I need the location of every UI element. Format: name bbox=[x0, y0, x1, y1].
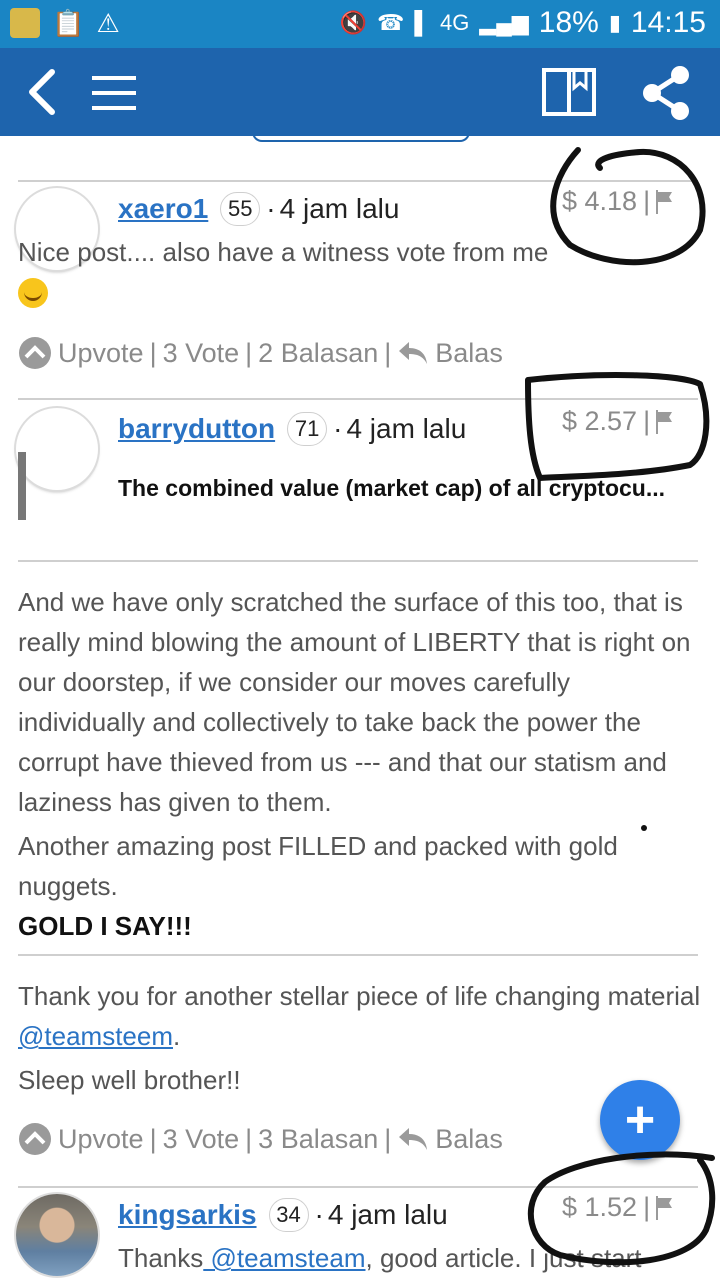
payout[interactable]: $ 1.52 | bbox=[562, 1192, 674, 1223]
separator: | bbox=[149, 337, 157, 368]
comment-paragraph: Another amazing post FILLED and packed w… bbox=[18, 831, 618, 901]
upvote-icon[interactable] bbox=[18, 1122, 52, 1156]
thanks-suffix: . bbox=[173, 1021, 181, 1051]
vote-count[interactable]: 3 Vote bbox=[163, 338, 240, 369]
comment-paragraph-bold: GOLD I SAY!!! bbox=[18, 911, 192, 941]
comment-paragraph: And we have only scratched the surface o… bbox=[18, 587, 691, 817]
quote-bar bbox=[18, 452, 26, 520]
separator-dot: · bbox=[266, 193, 276, 224]
comment-actions: Upvote | 3 Vote | 3 Balasan | Balas bbox=[18, 1122, 503, 1156]
mute-icon: 🔇 bbox=[339, 10, 367, 35]
reply-button[interactable]: Balas bbox=[435, 1124, 503, 1155]
back-arrow-icon[interactable] bbox=[22, 66, 62, 118]
mention-link[interactable]: @teamsteam bbox=[203, 1243, 365, 1273]
share-icon[interactable] bbox=[640, 64, 692, 122]
comment-time: 4 jam lalu bbox=[327, 1199, 448, 1230]
signal-icon: ▌ bbox=[414, 10, 430, 35]
comment-text: Nice post.... also have a witness vote f… bbox=[18, 237, 549, 267]
battery-icon: ▮ bbox=[608, 10, 621, 35]
divider bbox=[18, 398, 698, 400]
replies-count[interactable]: 3 Balasan bbox=[258, 1124, 378, 1155]
flag-icon[interactable] bbox=[656, 189, 674, 214]
add-button[interactable]: + bbox=[600, 1080, 680, 1160]
quoted-text: The combined value (market cap) of all c… bbox=[118, 475, 666, 501]
comment-paragraph: Sleep well brother!! bbox=[18, 1065, 241, 1095]
flag-icon[interactable] bbox=[656, 409, 674, 434]
separator: | bbox=[643, 406, 651, 436]
reply-button[interactable]: Balas bbox=[435, 338, 503, 369]
divider bbox=[18, 180, 698, 182]
reply-icon[interactable] bbox=[397, 340, 429, 366]
mention-link[interactable]: @teamsteem bbox=[18, 1021, 173, 1051]
comment-actions: Upvote | 3 Vote | 2 Balasan | Balas bbox=[18, 336, 503, 370]
author-link[interactable]: barrydutton bbox=[118, 413, 275, 445]
separator: | bbox=[384, 337, 392, 368]
status-bar: 📋 ⚠ 🔇 ☎ ▌ 4G ▂▄▆ 18% ▮ 14:15 bbox=[0, 0, 720, 48]
upvote-button[interactable]: Upvote bbox=[58, 1124, 144, 1155]
clipboard-icon: 📋 bbox=[52, 8, 85, 38]
replies-count[interactable]: 2 Balasan bbox=[258, 338, 378, 369]
comment-time: 4 jam lalu bbox=[346, 413, 467, 444]
winking-face-emoji-icon bbox=[18, 278, 48, 308]
comment-paragraph: Thank you for another stellar piece of l… bbox=[18, 976, 702, 1056]
separator: | bbox=[643, 1192, 651, 1222]
author-link[interactable]: xaero1 bbox=[118, 193, 208, 225]
battery-level: 18% bbox=[538, 6, 599, 39]
app-notification-icon bbox=[10, 8, 40, 38]
reputation-badge: 55 bbox=[220, 192, 261, 226]
divider bbox=[18, 954, 698, 956]
flag-icon[interactable] bbox=[656, 1195, 674, 1220]
call-icon: ☎ bbox=[376, 10, 405, 35]
partial-button-edge bbox=[252, 130, 470, 142]
comment-time: 4 jam lalu bbox=[279, 193, 400, 224]
thanks-text: Thanks bbox=[118, 1243, 204, 1273]
app-bar bbox=[0, 48, 720, 136]
comment-text: Thanks @teamsteam, good article. I just … bbox=[118, 1238, 708, 1280]
menu-icon[interactable] bbox=[92, 76, 136, 110]
reply-icon[interactable] bbox=[397, 1126, 429, 1152]
upvote-icon[interactable] bbox=[18, 336, 52, 370]
avatar[interactable] bbox=[16, 408, 98, 490]
payout[interactable]: $ 2.57 | bbox=[562, 406, 674, 437]
upvote-button[interactable]: Upvote bbox=[58, 338, 144, 369]
reputation-badge: 34 bbox=[268, 1198, 309, 1232]
payout-amount: $ 4.18 bbox=[562, 186, 638, 216]
divider bbox=[18, 560, 698, 562]
separator-dot: · bbox=[314, 1199, 324, 1230]
payout[interactable]: $ 4.18 | bbox=[562, 186, 674, 217]
separator: | bbox=[245, 1123, 253, 1154]
comment-meta: xaero1 55 · 4 jam lalu bbox=[118, 192, 399, 226]
separator: | bbox=[384, 1123, 392, 1154]
divider bbox=[18, 1186, 698, 1188]
reputation-badge: 71 bbox=[287, 412, 328, 446]
warning-icon: ⚠ bbox=[96, 8, 120, 38]
separator-dot: · bbox=[333, 413, 343, 444]
separator: | bbox=[643, 186, 651, 216]
separator: | bbox=[245, 337, 253, 368]
comment-meta: kingsarkis 34 · 4 jam lalu bbox=[118, 1198, 448, 1232]
vote-count[interactable]: 3 Vote bbox=[163, 1124, 240, 1155]
separator: | bbox=[149, 1123, 157, 1154]
payout-amount: $ 1.52 bbox=[562, 1192, 638, 1222]
clock: 14:15 bbox=[630, 6, 706, 39]
author-link[interactable]: kingsarkis bbox=[118, 1199, 257, 1231]
avatar[interactable] bbox=[16, 1194, 98, 1276]
thanks-text: Thank you for another stellar piece of l… bbox=[18, 981, 701, 1011]
bookmark-book-icon[interactable] bbox=[542, 66, 596, 118]
signal-bars-icon: ▂▄▆ bbox=[479, 10, 529, 35]
payout-amount: $ 2.57 bbox=[562, 406, 638, 436]
comment-meta: barrydutton 71 · 4 jam lalu bbox=[118, 412, 466, 446]
network-type: 4G bbox=[439, 10, 470, 35]
comment-text-rest: , good article. I just start bbox=[365, 1243, 642, 1273]
